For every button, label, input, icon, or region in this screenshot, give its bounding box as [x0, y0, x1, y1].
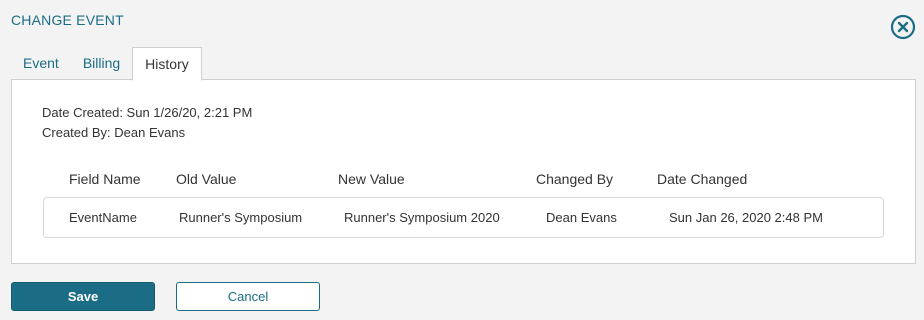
- column-header-new-value: New Value: [338, 171, 405, 187]
- column-header-field-name: Field Name: [69, 171, 141, 187]
- cell-field-name: EventName: [69, 210, 137, 225]
- cell-new-value: Runner's Symposium 2020: [344, 210, 500, 225]
- close-button[interactable]: [890, 14, 916, 40]
- tab-history[interactable]: History: [132, 47, 202, 81]
- tab-bar: Event Billing History: [11, 47, 202, 81]
- close-circle-icon: [890, 14, 916, 40]
- save-button[interactable]: Save: [11, 282, 155, 311]
- tab-event[interactable]: Event: [11, 47, 71, 79]
- column-header-changed-by: Changed By: [536, 171, 614, 187]
- table-row: EventName Runner's Symposium Runner's Sy…: [43, 197, 884, 238]
- column-header-old-value: Old Value: [176, 171, 237, 187]
- date-created: Date Created: Sun 1/26/20, 2:21 PM: [42, 105, 253, 120]
- cell-date-changed: Sun Jan 26, 2020 2:48 PM: [669, 210, 823, 225]
- tab-billing[interactable]: Billing: [71, 47, 132, 79]
- cell-changed-by: Dean Evans: [546, 210, 617, 225]
- cancel-button[interactable]: Cancel: [176, 282, 320, 311]
- column-header-date-changed: Date Changed: [657, 171, 748, 187]
- history-panel: Date Created: Sun 1/26/20, 2:21 PM Creat…: [11, 79, 916, 264]
- dialog-title: CHANGE EVENT: [11, 12, 124, 28]
- created-by: Created By: Dean Evans: [42, 125, 186, 140]
- cell-old-value: Runner's Symposium: [179, 210, 303, 225]
